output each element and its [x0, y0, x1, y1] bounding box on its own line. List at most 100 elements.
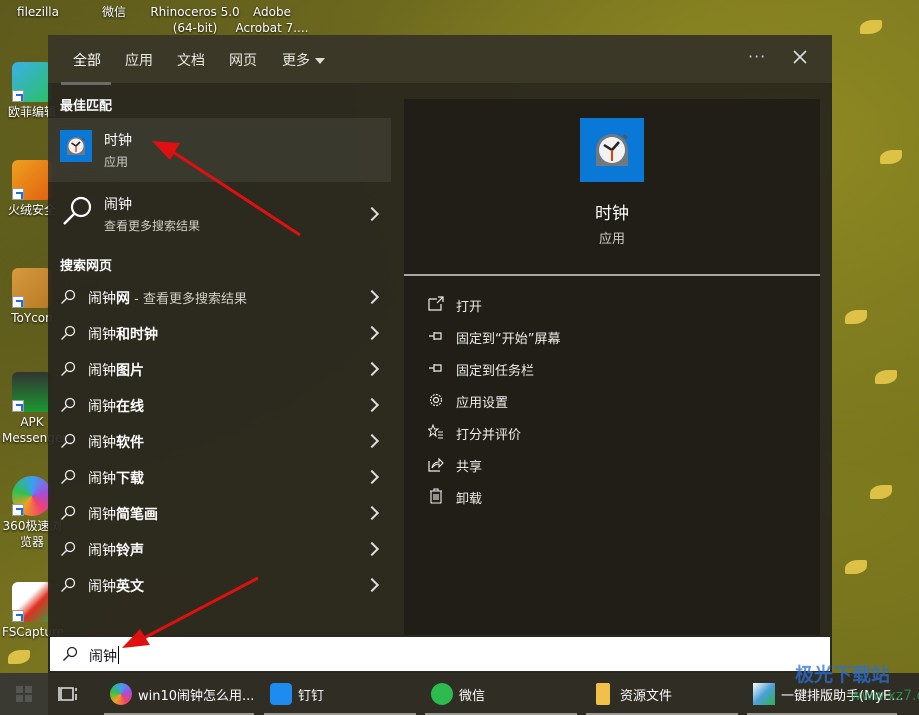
- leaf-decoration: [880, 150, 902, 164]
- chevron-right-icon: [364, 289, 380, 305]
- start-button[interactable]: [0, 673, 48, 715]
- search-icon: [61, 541, 76, 556]
- taskbar-item-wechat[interactable]: 微信: [425, 673, 577, 715]
- web-result-suggestion: 和时钟: [116, 327, 158, 343]
- close-icon[interactable]: [790, 47, 810, 67]
- web-result-text: 闹钟英文: [88, 576, 144, 596]
- tab-more[interactable]: 更多: [282, 50, 325, 70]
- action-rate-review[interactable]: 打分并评价: [424, 419, 804, 447]
- web-result-item[interactable]: 闹钟铃声: [48, 531, 391, 567]
- pin-icon: [429, 364, 442, 372]
- chevron-down-icon: [315, 58, 325, 64]
- web-result-text: 闹钟网 - 查看更多搜索结果: [88, 288, 247, 308]
- search-more-subtitle: 查看更多搜索结果: [104, 219, 201, 233]
- taskbar-item-browser[interactable]: win10闹钟怎么用...: [104, 673, 254, 715]
- taskbar-item-label: win10闹钟怎么用...: [138, 689, 255, 704]
- watermark-logo-text: 极光下载站: [795, 664, 891, 686]
- section-title-best-match: 最佳匹配: [60, 99, 113, 114]
- leaf-decoration: [8, 650, 30, 664]
- taskbar-item-dingtalk[interactable]: 钉钉: [264, 673, 416, 715]
- folder-icon: [596, 683, 610, 705]
- tab-apps[interactable]: 应用: [125, 50, 153, 70]
- action-label: 固定到任务栏: [456, 364, 535, 379]
- search-icon: [61, 433, 76, 448]
- tab-documents[interactable]: 文档: [177, 50, 205, 70]
- web-result-suggestion: 在线: [116, 399, 144, 415]
- web-result-item[interactable]: 闹钟简笔画: [48, 495, 391, 531]
- huorong-app-icon: [12, 160, 52, 200]
- action-app-settings[interactable]: 应用设置: [424, 387, 804, 415]
- browser-360-icon: [110, 683, 132, 705]
- web-result-item[interactable]: 闹钟软件: [48, 423, 391, 459]
- browser-360-app-icon: [12, 476, 52, 516]
- web-result-text: 闹钟图片: [88, 360, 144, 380]
- oufei-app-icon: [12, 62, 52, 102]
- toycon-app-icon: [12, 268, 52, 308]
- web-result-text: 闹钟软件: [88, 432, 144, 452]
- web-result-prefix: 闹钟: [88, 507, 116, 523]
- taskbar-item-label: 资源文件: [620, 689, 673, 704]
- web-result-item[interactable]: 闹钟网 - 查看更多搜索结果: [48, 279, 391, 315]
- web-result-item[interactable]: 闹钟图片: [48, 351, 391, 387]
- search-more-results[interactable]: 闹钟 查看更多搜索结果: [48, 182, 391, 246]
- tab-web[interactable]: 网页: [229, 50, 257, 70]
- shortcut-arrow-icon: [12, 188, 24, 200]
- shortcut-arrow-icon: [12, 90, 24, 102]
- action-pin-to-taskbar[interactable]: 固定到任务栏: [424, 355, 804, 383]
- ellipsis-icon[interactable]: ···: [748, 47, 766, 66]
- leaf-decoration: [875, 370, 897, 384]
- web-result-text: 闹钟简笔画: [88, 504, 158, 524]
- myeditor-icon: [753, 683, 775, 705]
- share-icon: [428, 457, 444, 472]
- watermark-url: www.xz7.com: [850, 688, 919, 704]
- shortcut-arrow-icon: [12, 504, 24, 516]
- shortcut-arrow-icon: [12, 610, 24, 622]
- search-icon: [61, 397, 76, 412]
- section-title-web: 搜索网页: [60, 259, 113, 274]
- action-uninstall[interactable]: 卸载: [424, 483, 804, 511]
- taskbar-item-label: 钉钉: [298, 689, 325, 704]
- best-match-clock-app[interactable]: 时钟 应用: [48, 118, 391, 182]
- desktop-icon-filezilla[interactable]: filezilla: [8, 4, 68, 20]
- web-result-suggestion: 英文: [116, 579, 144, 595]
- shortcut-arrow-icon: [12, 400, 24, 412]
- search-input[interactable]: 闹钟: [48, 635, 832, 673]
- web-result-item[interactable]: 闹钟在线: [48, 387, 391, 423]
- gear-icon: [429, 393, 443, 407]
- action-share[interactable]: 共享: [424, 451, 804, 479]
- open-icon: [428, 296, 444, 311]
- action-label: 打分并评价: [456, 428, 522, 443]
- web-result-text: 闹钟在线: [88, 396, 144, 416]
- search-input-value: 闹钟: [89, 646, 119, 666]
- tab-all[interactable]: 全部: [73, 50, 101, 70]
- action-pin-to-start[interactable]: 固定到“开始”屏幕: [424, 323, 804, 351]
- web-result-suggestion: 下载: [116, 471, 144, 487]
- chevron-right-icon: [364, 469, 380, 485]
- desktop-icon-label: ToYcon: [11, 311, 53, 325]
- web-result-item[interactable]: 闹钟英文: [48, 567, 391, 603]
- action-open[interactable]: 打开: [424, 291, 804, 319]
- best-match-title: 时钟: [104, 133, 132, 149]
- chevron-right-icon: [364, 325, 380, 341]
- desktop-icon-wechat[interactable]: 微信: [84, 4, 144, 20]
- search-more-title: 闹钟: [104, 197, 132, 213]
- desktop-icon-adobe-acrobat[interactable]: Adobe Acrobat 7....: [232, 4, 312, 36]
- results-list: 最佳匹配 时钟 应用 闹钟 查看更多搜索结果 搜索网页 闹钟网 - 查看更多搜索…: [48, 85, 391, 635]
- action-label: 共享: [456, 460, 483, 475]
- desktop-icon-rhinoceros[interactable]: Rhinoceros 5.0 (64-bit): [150, 4, 240, 36]
- web-result-prefix: 闹钟: [88, 327, 116, 343]
- web-result-item[interactable]: 闹钟下载: [48, 459, 391, 495]
- preview-subtitle: 应用: [598, 232, 625, 247]
- text-caret: [118, 646, 119, 664]
- search-icon: [61, 289, 76, 304]
- taskbar-item-folder[interactable]: 资源文件: [586, 673, 738, 715]
- clock-app-icon: [60, 130, 92, 162]
- web-result-item[interactable]: 闹钟和时钟: [48, 315, 391, 351]
- task-view-icon[interactable]: [56, 683, 80, 705]
- search-query-text: 闹钟: [89, 649, 117, 665]
- web-result-text: 闹钟下载: [88, 468, 144, 488]
- search-panel: 全部 应用 文档 网页 更多 ··· 最佳匹配 时钟 应用 闹钟 查看更多搜索结…: [48, 35, 832, 635]
- leaf-decoration: [860, 20, 882, 34]
- wechat-icon: [431, 683, 453, 705]
- chevron-right-icon: [364, 397, 380, 413]
